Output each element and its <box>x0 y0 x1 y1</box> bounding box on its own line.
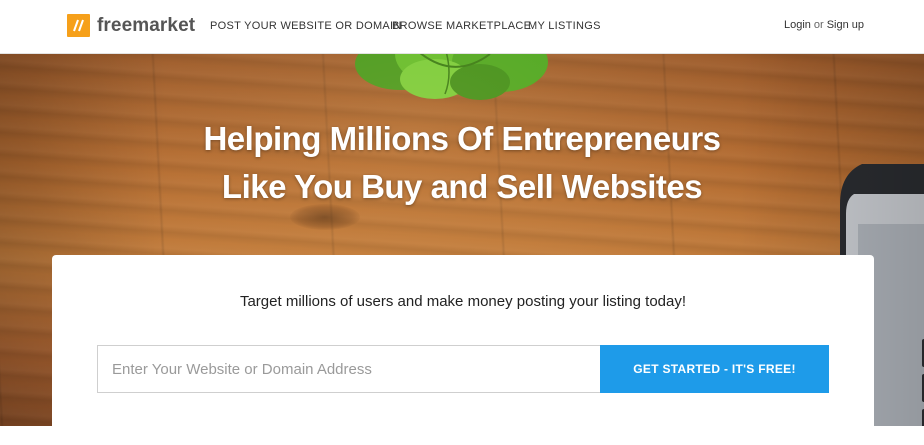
listing-signup-card: Target millions of users and make money … <box>52 255 874 445</box>
hero-headline-line1: Helping Millions Of Entrepreneurs <box>203 120 721 157</box>
domain-input[interactable] <box>97 345 600 393</box>
hero-headline-line2: Like You Buy and Sell Websites <box>221 168 703 205</box>
nav-post-website[interactable]: POST YOUR WEBSITE OR DOMAIN <box>210 19 402 33</box>
hero-headline: Helping Millions Of Entrepreneurs Like Y… <box>0 115 924 211</box>
nav-browse-marketplace[interactable]: BROWSE MARKETPLACE <box>392 19 531 33</box>
logo-text[interactable]: freemarket <box>97 13 195 38</box>
top-header: freemarket POST YOUR WEBSITE OR DOMAIN B… <box>0 0 924 54</box>
nav-my-listings[interactable]: MY LISTINGS <box>528 19 601 33</box>
signup-link[interactable]: Sign up <box>827 19 864 31</box>
auth-separator: or <box>813 19 824 31</box>
logo-icon[interactable] <box>67 14 90 37</box>
get-started-button[interactable]: GET STARTED - IT'S FREE! <box>600 345 829 393</box>
card-tagline: Target millions of users and make money … <box>239 293 687 310</box>
auth-links: Login or Sign up <box>784 18 864 32</box>
login-link[interactable]: Login <box>784 19 811 31</box>
